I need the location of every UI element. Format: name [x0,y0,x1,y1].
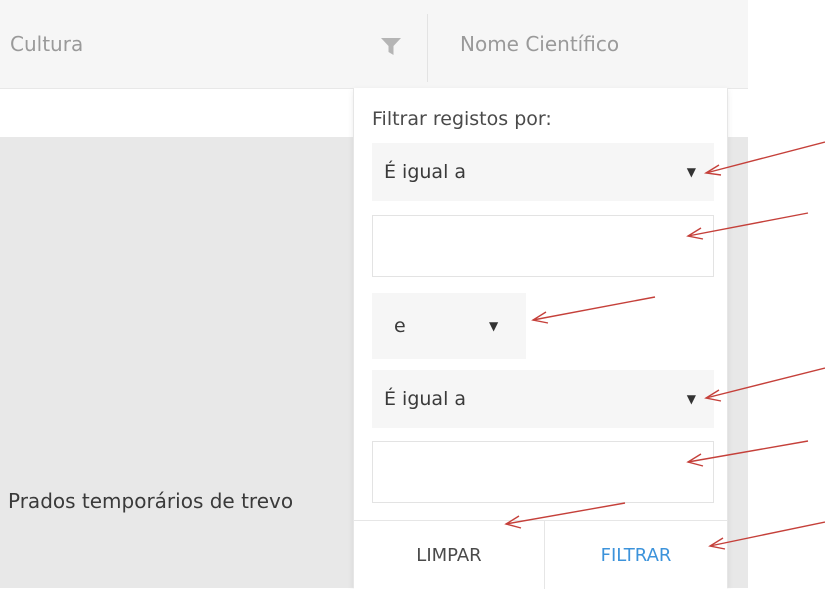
first-operator-select[interactable]: É igual a ▼ [372,143,714,201]
second-operator-value: É igual a [384,388,467,410]
filter-button[interactable]: FILTRAR [545,521,727,589]
caret-down-icon: ▼ [686,392,696,406]
clear-button[interactable]: LIMPAR [354,521,545,589]
first-operator-value: É igual a [384,161,467,183]
first-value-input[interactable] [372,215,714,277]
second-operator-select[interactable]: É igual a ▼ [372,370,714,428]
funnel-icon[interactable] [378,33,404,59]
second-value-input[interactable] [372,441,714,503]
logic-operator-select[interactable]: e ▼ [372,293,526,359]
caret-down-icon: ▼ [686,165,696,179]
grid-header: Cultura Nome Científico [0,0,748,89]
column-header-cultura[interactable]: Cultura [10,32,83,56]
logic-operator-value: e [394,315,406,337]
table-cell-cultura: Prados temporários de trevo [8,489,294,513]
filter-popup: Filtrar registos por: É igual a ▼ e ▼ É … [353,88,728,589]
column-divider [427,14,428,82]
caret-down-icon: ▼ [489,319,499,333]
column-header-nome-cientifico[interactable]: Nome Científico [460,32,619,56]
filter-button-row: LIMPAR FILTRAR [354,520,727,589]
filter-popup-label: Filtrar registos por: [372,108,552,130]
